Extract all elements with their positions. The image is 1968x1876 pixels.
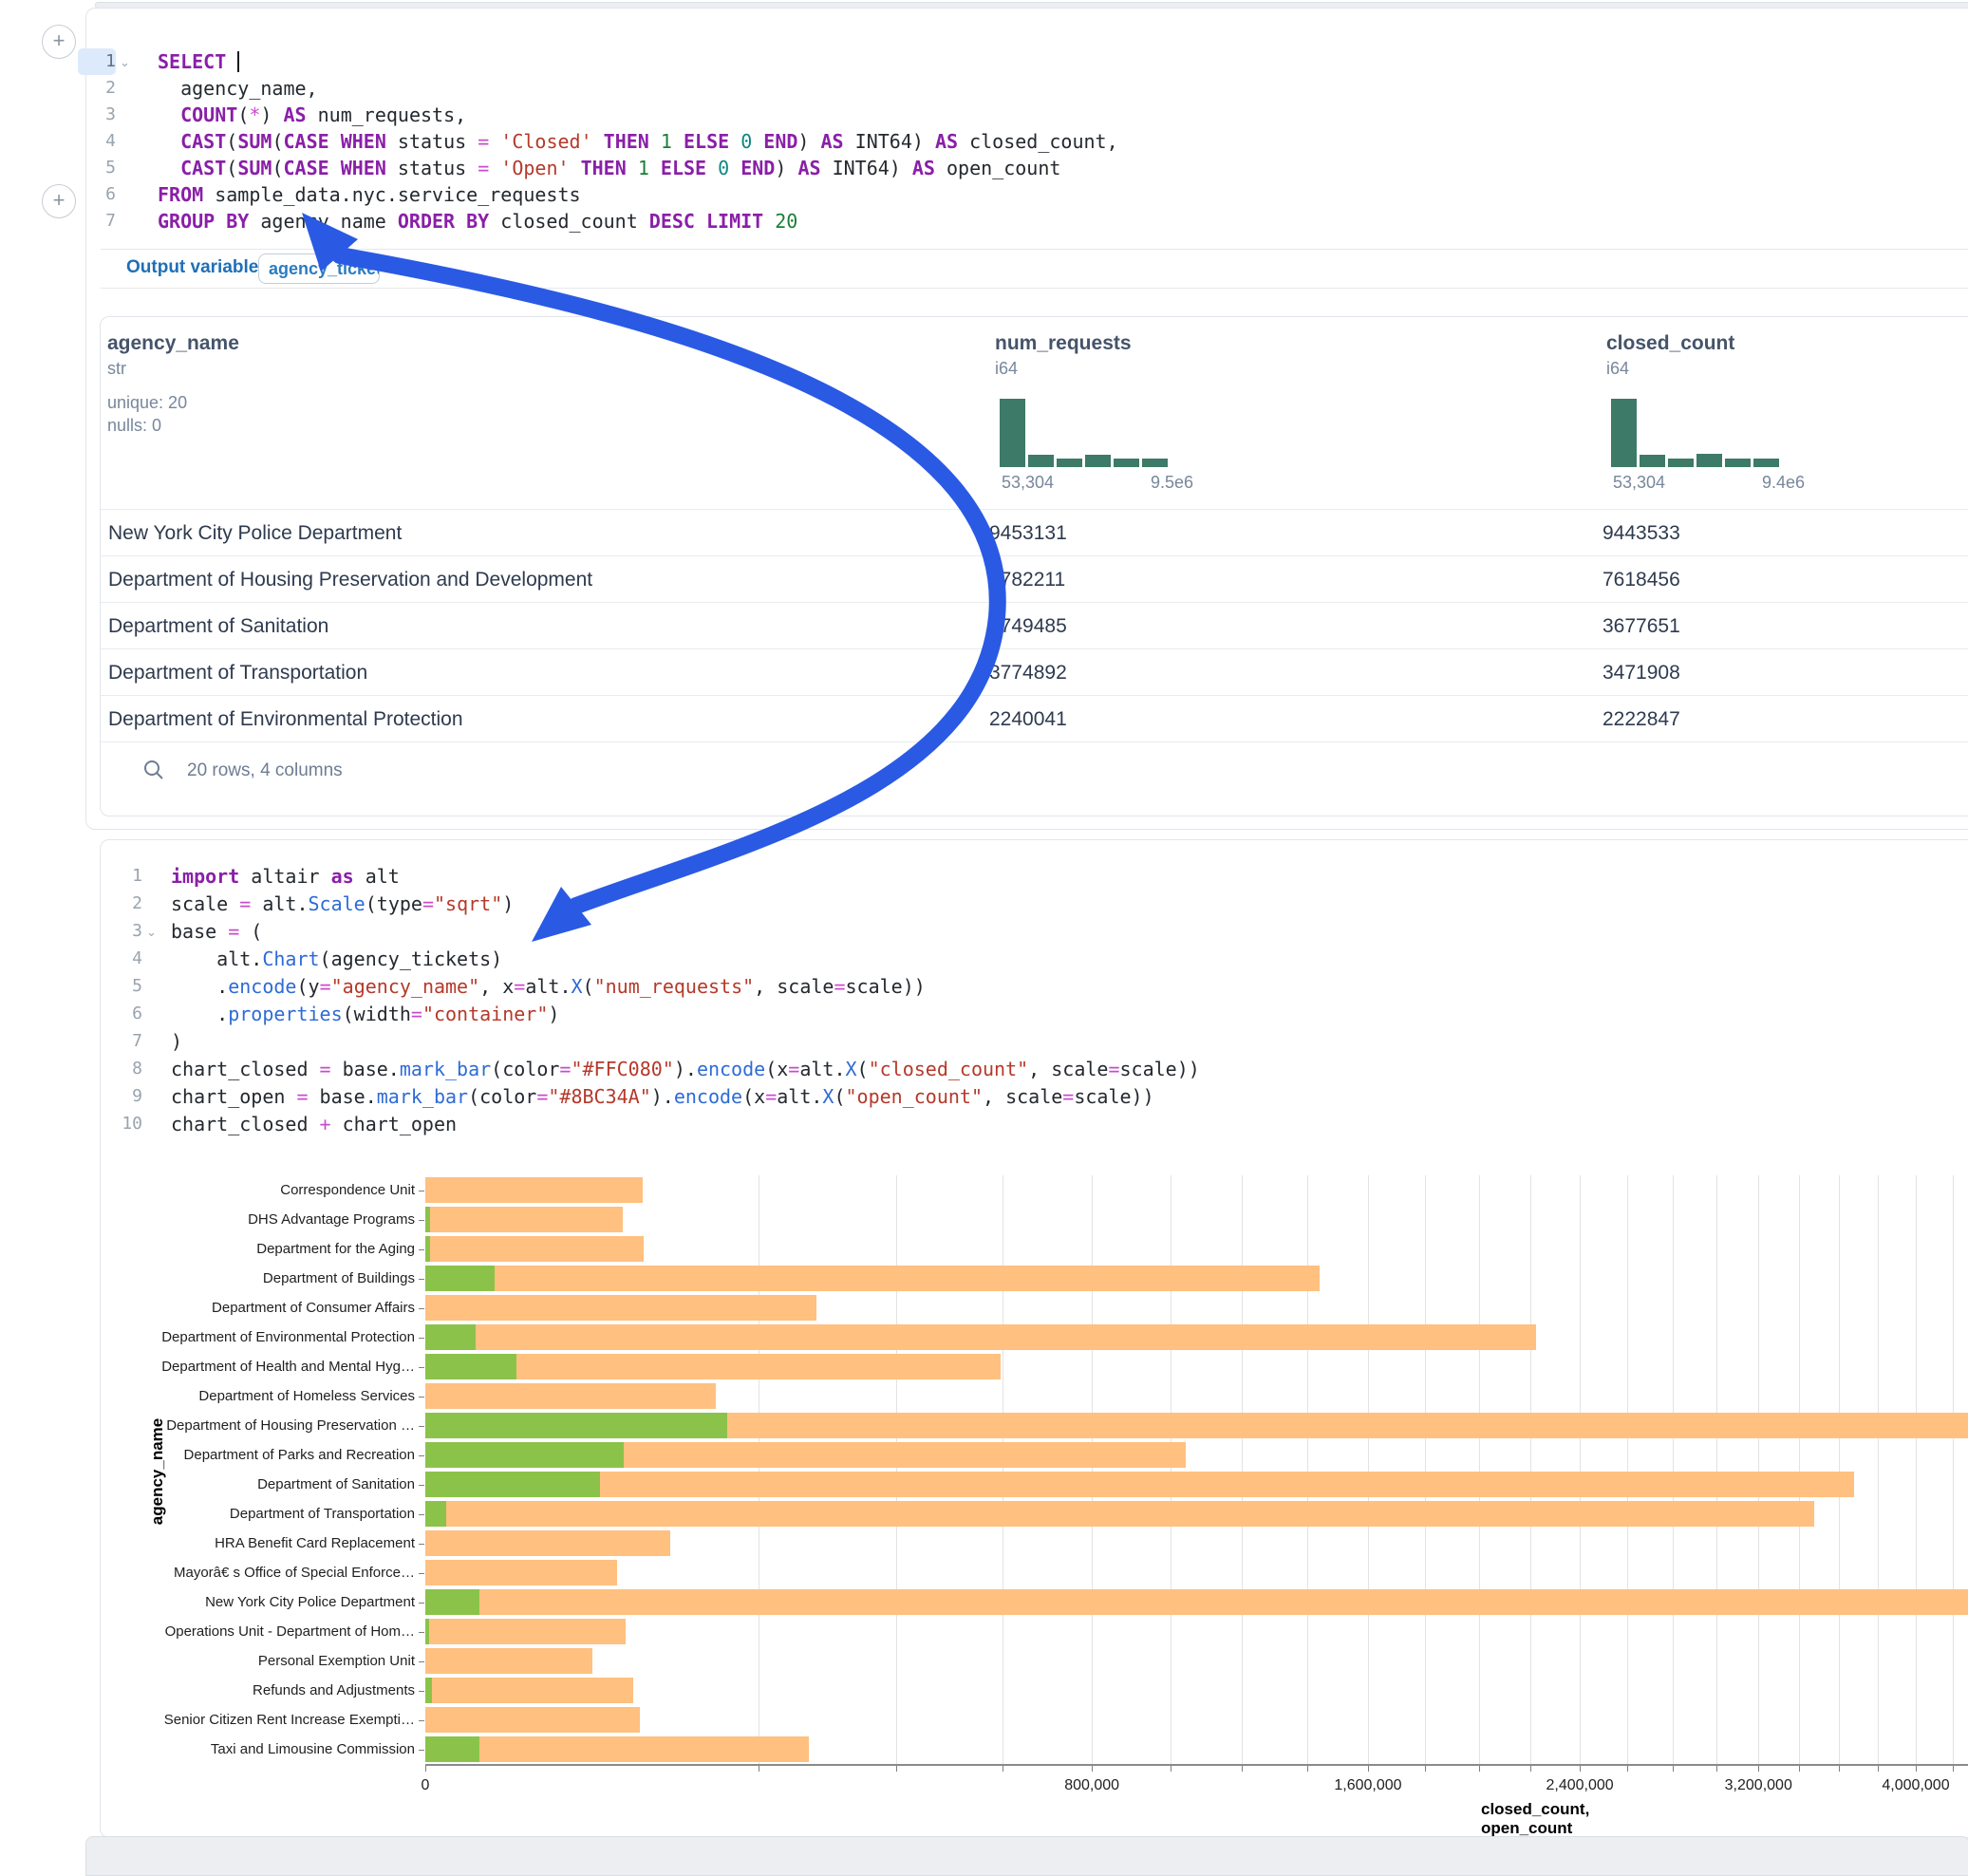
next-cell-edge bbox=[85, 1836, 1968, 1876]
page: { "accents":{"arrow_blue":"#2a5ae4","his… bbox=[0, 0, 1968, 1846]
annotation-arrow bbox=[0, 0, 1968, 1846]
